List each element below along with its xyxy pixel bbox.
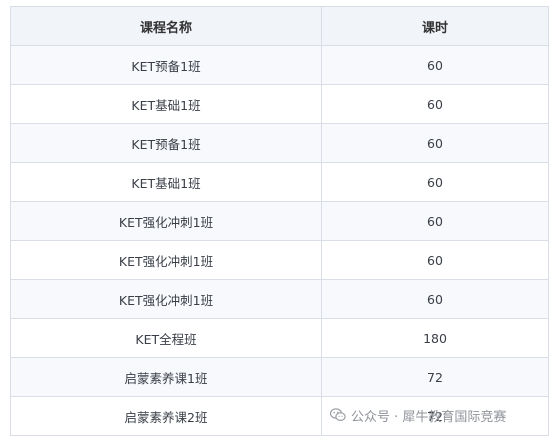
course-name-cell: 启蒙素养课2班	[10, 396, 322, 436]
course-name-cell: KET强化冲刺1班	[10, 240, 322, 280]
course-name-cell: KET强化冲刺1班	[10, 201, 322, 241]
hours-cell: 60	[321, 162, 549, 202]
hours-cell: 60	[321, 123, 549, 163]
table-row: 启蒙素养课1班 72	[10, 357, 549, 397]
header-hours: 课时	[321, 6, 549, 46]
hours-cell: 72	[321, 357, 549, 397]
course-name-cell: KET预备1班	[10, 123, 322, 163]
table-row: KET强化冲刺1班 60	[10, 240, 549, 280]
course-table: 课程名称 课时 KET预备1班 60 KET基础1班 60 KET预备1班 60…	[10, 6, 549, 436]
course-name-cell: KET强化冲刺1班	[10, 279, 322, 319]
table-row: KET全程班 180	[10, 318, 549, 358]
table-row: KET预备1班 60	[10, 45, 549, 85]
wechat-icon	[329, 408, 346, 422]
table-row: KET基础1班 60	[10, 84, 549, 124]
watermark: 公众号 · 犀牛教育国际竞赛	[329, 404, 507, 426]
course-name-cell: KET基础1班	[10, 162, 322, 202]
table-row: KET预备1班 60	[10, 123, 549, 163]
hours-cell: 60	[321, 240, 549, 280]
course-name-cell: KET全程班	[10, 318, 322, 358]
hours-cell: 60	[321, 201, 549, 241]
hours-cell: 60	[321, 279, 549, 319]
course-name-cell: KET基础1班	[10, 84, 322, 124]
course-name-cell: KET预备1班	[10, 45, 322, 85]
table-header-row: 课程名称 课时	[10, 6, 549, 46]
hours-cell: 180	[321, 318, 549, 358]
table-row: KET基础1班 60	[10, 162, 549, 202]
table-row: KET强化冲刺1班 60	[10, 279, 549, 319]
watermark-text: 公众号 · 犀牛教育国际竞赛	[351, 409, 507, 425]
table-row: KET强化冲刺1班 60	[10, 201, 549, 241]
hours-cell: 60	[321, 45, 549, 85]
header-course-name: 课程名称	[10, 6, 322, 46]
course-table-container: 课程名称 课时 KET预备1班 60 KET基础1班 60 KET预备1班 60…	[10, 6, 549, 436]
course-name-cell: 启蒙素养课1班	[10, 357, 322, 397]
hours-cell: 60	[321, 84, 549, 124]
